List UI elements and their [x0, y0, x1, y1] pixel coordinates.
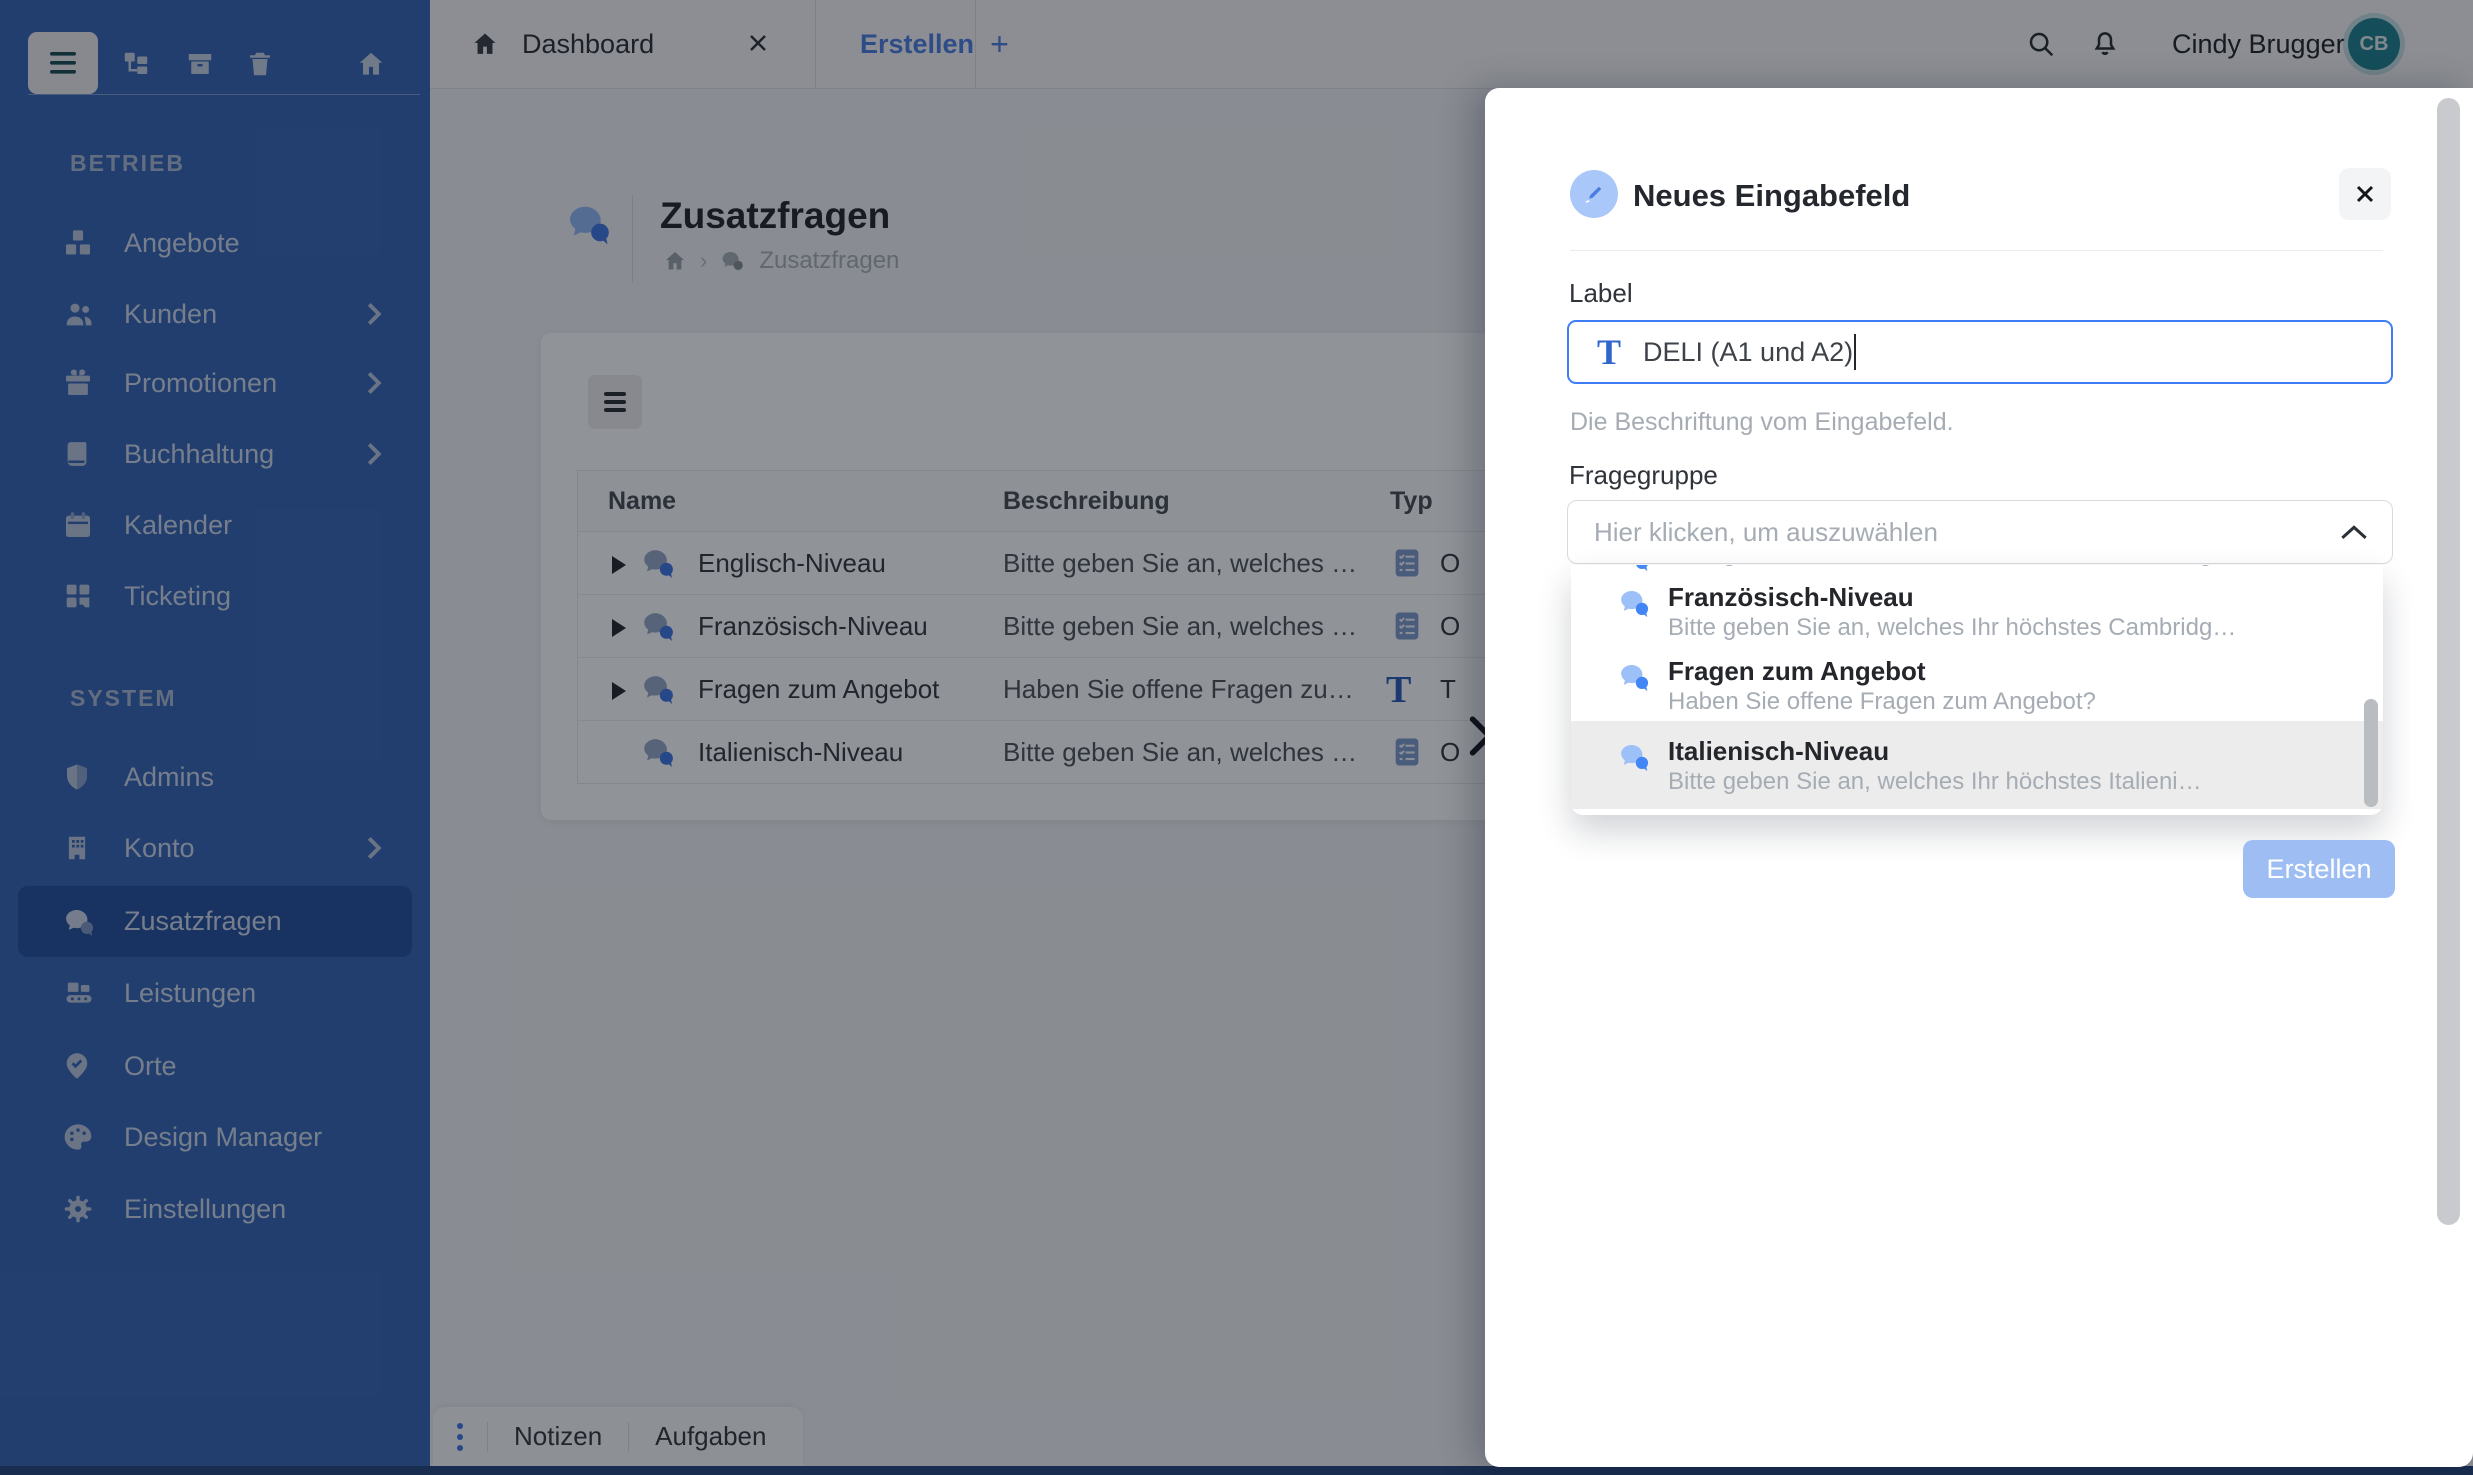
app-root: BETRIEB Angebote Kunden Promotionen Buch…: [0, 0, 2473, 1475]
option-name: Italienisch-Niveau: [1668, 736, 1890, 766]
chevron-up-icon: [2340, 523, 2368, 541]
select-placeholder: Hier klicken, um auszuwählen: [1594, 516, 1938, 547]
label-input-value: DELI (A1 und A2): [1643, 336, 1854, 367]
chat-bubbles-icon: [1617, 661, 1653, 693]
group-field-label: Fragegruppe: [1569, 460, 1718, 490]
panel-scrollbar[interactable]: [2437, 98, 2460, 1225]
modal-title: Neues Eingabefeld: [1633, 178, 1911, 213]
fragegruppe-dropdown-list: Bitte geben Sie an, welches Ihr höchstes…: [1571, 565, 2383, 815]
label-input[interactable]: T DELI (A1 und A2): [1567, 320, 2393, 384]
text-type-icon: T: [1597, 332, 1622, 372]
option-name: Französisch-Niveau: [1668, 582, 1914, 612]
label-helper-text: Die Beschriftung vom Eingabefeld.: [1570, 408, 1954, 436]
close-button[interactable]: [2339, 168, 2391, 220]
chat-pencil-icon: [1570, 170, 1618, 218]
dropdown-scrollbar[interactable]: [2364, 699, 2378, 807]
option-description: Bitte geben Sie an, welches Ihr höchstes…: [1668, 768, 2202, 795]
modal-divider: [1570, 250, 2383, 251]
new-input-field-panel: Neues Eingabefeld Label T DELI (A1 und A…: [1485, 88, 2473, 1467]
fragegruppe-select[interactable]: Hier klicken, um auszuwählen: [1567, 500, 2393, 564]
option-description: Bitte geben Sie an, welches Ihr höchstes…: [1668, 614, 2237, 641]
option-description: Haben Sie offene Fragen zum Angebot?: [1668, 688, 2096, 715]
option-name: Fragen zum Angebot: [1668, 656, 1926, 686]
dropdown-option-clipped[interactable]: Bitte geben Sie an, welches Ihr höchstes…: [1571, 565, 2383, 573]
dropdown-option-fragen-zum-angebot[interactable]: Fragen zum Angebot Haben Sie offene Frag…: [1571, 647, 2383, 721]
close-icon: [2356, 185, 2374, 203]
text-cursor: [1854, 334, 1857, 370]
dropdown-option-franzoesisch[interactable]: Französisch-Niveau Bitte geben Sie an, w…: [1571, 573, 2383, 647]
erstellen-button[interactable]: Erstellen: [2243, 840, 2395, 898]
chat-bubbles-icon: [1617, 741, 1653, 773]
option-description: Bitte geben Sie an, welches Ihr höchstes…: [1668, 565, 2363, 567]
dropdown-option-italienisch[interactable]: Italienisch-Niveau Bitte geben Sie an, w…: [1571, 721, 2383, 809]
chat-bubbles-icon: [1617, 587, 1653, 619]
label-field-label: Label: [1569, 278, 1633, 308]
chat-bubbles-icon: [1617, 565, 1653, 573]
